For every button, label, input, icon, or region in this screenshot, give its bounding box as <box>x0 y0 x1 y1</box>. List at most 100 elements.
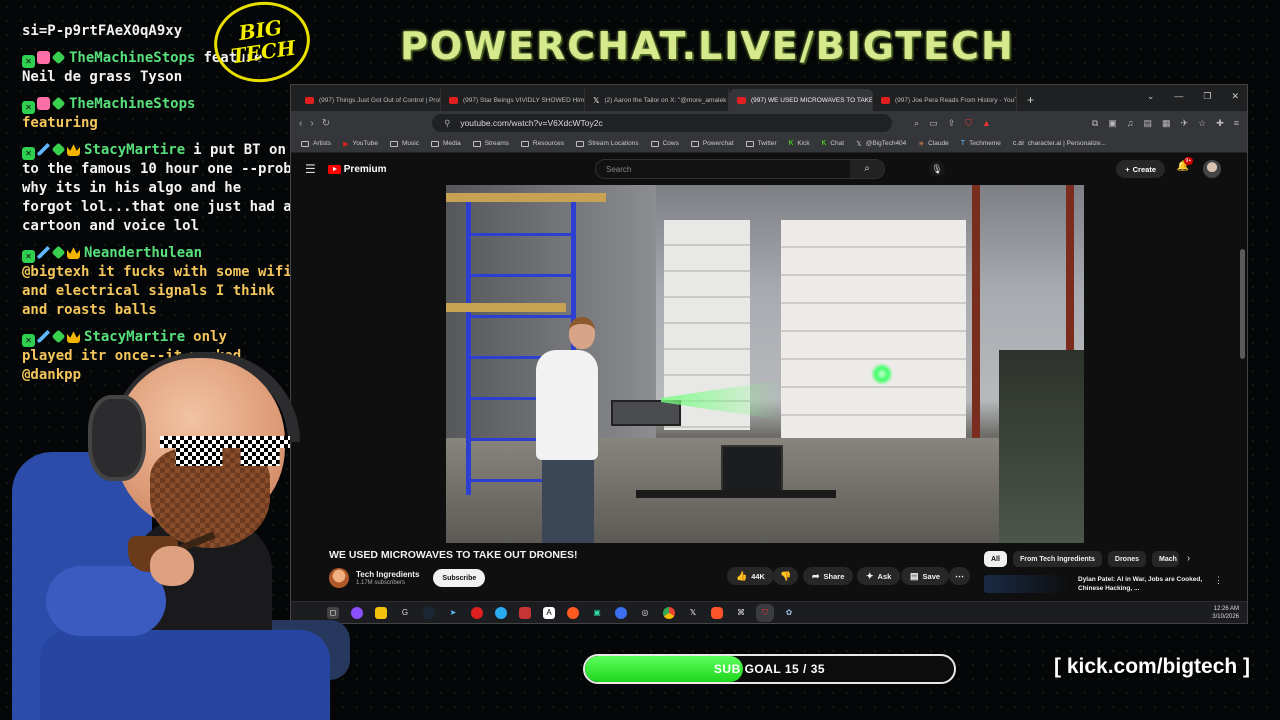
video-player[interactable] <box>446 185 1084 543</box>
bookmark-item[interactable]: T Techmeme <box>961 140 1001 147</box>
notifications-bell-icon[interactable]: 🔔 9+ <box>1177 157 1194 172</box>
restore-button[interactable]: ❐ <box>1203 91 1211 102</box>
share-button[interactable]: ➦ Share <box>803 567 854 585</box>
bookmark-item[interactable]: Music <box>390 140 419 147</box>
channel-avatar[interactable] <box>329 568 349 588</box>
subscribe-button[interactable]: Subscribe <box>433 569 486 587</box>
chevron-down-icon[interactable]: ⌄ <box>1147 91 1155 102</box>
microphone-icon[interactable]: 🎙 <box>929 161 945 177</box>
bookmark-item[interactable]: Resources <box>520 140 564 147</box>
bookmark-item[interactable]: Stream Locations <box>575 140 639 147</box>
bookmark-item[interactable]: Powerchat <box>690 140 734 147</box>
start-icon[interactable]: ◻ <box>327 606 339 619</box>
chevron-right-icon[interactable]: › <box>1187 551 1190 567</box>
browser-tab[interactable]: (997) Star Beings VIVIDLY SHOWED Him 3 F… <box>441 89 585 111</box>
arrow-app-icon[interactable]: ➤ <box>447 607 459 619</box>
menu-icon[interactable]: ≡ <box>1234 118 1239 129</box>
minimize-button[interactable]: — <box>1174 91 1183 102</box>
account-avatar[interactable] <box>1203 160 1221 178</box>
create-button[interactable]: + Create <box>1116 160 1165 178</box>
browser-tab[interactable]: (997) WE USED MICROWAVES TO TAKE✕ <box>729 89 873 111</box>
recommended-thumbnail[interactable] <box>984 575 1072 593</box>
chip-all[interactable]: All <box>984 551 1007 567</box>
brave-shield-icon[interactable]: ⛉ <box>965 118 972 129</box>
chip-drones[interactable]: Drones <box>1107 551 1147 567</box>
bookmark-item[interactable]: K Chat <box>822 140 844 147</box>
x-app-icon[interactable]: 𝕏 <box>687 607 699 619</box>
browser-tab[interactable]: 𝕏 (2) Aaron the Tailor on X: "@more_amale… <box>585 89 729 111</box>
bookmark-item[interactable]: ▶ YouTube <box>343 140 378 148</box>
save-button[interactable]: ▤ Save <box>901 567 950 585</box>
app-icon[interactable] <box>351 606 363 619</box>
bookmark-item[interactable]: Streams <box>472 140 509 147</box>
reload-icon[interactable]: ↻ <box>322 118 330 129</box>
recommended-title[interactable]: Dylan Patel: AI in War, Jobs are Cooked,… <box>1078 575 1208 593</box>
chat-username[interactable]: Neanderthulean <box>84 245 202 261</box>
back-icon[interactable]: ‹ <box>299 118 302 129</box>
bookmark-item[interactable]: ✳ Claude <box>918 140 948 148</box>
chip-from-channel[interactable]: From Tech Ingredients <box>1012 551 1102 567</box>
obs-icon[interactable] <box>471 606 483 619</box>
bookmark-item[interactable]: Media <box>430 140 461 147</box>
channel-name[interactable]: Tech Ingredients <box>356 570 419 579</box>
screenshot-icon[interactable]: ▦ <box>1162 118 1171 129</box>
brave-icon[interactable] <box>711 606 723 619</box>
hamburger-menu-icon[interactable]: ☰ <box>305 162 316 176</box>
url-input[interactable]: ⚲ youtube.com/watch?v=V6XdcWToy2c <box>432 114 893 132</box>
like-button[interactable]: 👍 44K <box>727 567 774 585</box>
taskbar-clock[interactable]: 12:26 AM 3/10/2026 <box>1212 605 1239 621</box>
save-icon: ▤ <box>910 570 919 581</box>
chrome-icon[interactable] <box>663 606 675 619</box>
dislike-button[interactable]: 👎 <box>773 567 799 585</box>
steam-icon[interactable] <box>423 606 435 619</box>
chat-username[interactable]: StacyMartire <box>84 142 185 158</box>
bookmark-star-icon[interactable]: ☆ <box>1198 118 1206 129</box>
globe-icon[interactable] <box>615 606 627 619</box>
bookmark-item[interactable]: Artists <box>301 140 331 147</box>
music-icon[interactable]: ♫ <box>1127 118 1134 129</box>
close-window-button[interactable]: ✕ <box>1231 91 1239 102</box>
recommended-video[interactable]: Dylan Patel: AI in War, Jobs are Cooked,… <box>984 575 1223 593</box>
youtube-search-input[interactable]: Search ⌕ <box>595 159 885 179</box>
chat-username[interactable]: StacyMartire <box>84 329 185 345</box>
a-app-icon[interactable]: A <box>543 606 555 619</box>
reader-icon[interactable]: ▤ <box>1144 118 1153 129</box>
bookmark-item[interactable]: c.ai character.ai | Personalize... <box>1013 140 1106 147</box>
browser-tab[interactable]: (997) Things Just Got Out of Control | P… <box>297 89 441 111</box>
bookmark-item[interactable]: K Kick <box>789 140 810 147</box>
active-browser-icon[interactable]: ⛉ <box>759 606 771 619</box>
forward-icon[interactable]: › <box>310 118 313 129</box>
rec-more-icon[interactable]: ⋮ <box>1214 575 1223 593</box>
bookmark-item[interactable]: 𝕏 @BigTech404 <box>856 140 906 148</box>
folder-icon[interactable] <box>375 606 387 619</box>
youtube-premium-logo[interactable]: Premium <box>327 164 387 175</box>
scrollbar[interactable] <box>1240 249 1245 359</box>
cast-icon[interactable]: ▭ <box>929 118 938 129</box>
terminal-icon[interactable]: ▣ <box>591 607 603 619</box>
share-icon[interactable]: ⇪ <box>948 118 956 129</box>
rocket-icon[interactable]: ✈ <box>1181 118 1189 129</box>
zoom-icon[interactable]: ⌕ <box>914 118 919 129</box>
search-icon[interactable]: ⌕ <box>850 160 884 178</box>
chat-username[interactable]: TheMachineStops <box>69 96 195 112</box>
wallet-icon[interactable]: ▣ <box>1108 118 1117 129</box>
site-info-icon[interactable]: ⚲ <box>444 118 450 129</box>
bookmark-item[interactable]: Cows <box>650 140 679 147</box>
chat-username[interactable]: TheMachineStops <box>69 50 195 66</box>
new-tab-button[interactable]: + <box>1017 93 1044 111</box>
ask-button[interactable]: ✦ Ask <box>857 567 901 585</box>
misc-app-icon[interactable]: ✿ <box>783 607 795 619</box>
g-app-icon[interactable]: G <box>399 607 411 619</box>
browser-tab[interactable]: (997) Joe Pera Reads From History - YouT… <box>873 89 1017 111</box>
clock-app-icon[interactable]: ◎ <box>639 607 651 619</box>
calendar-icon[interactable] <box>519 606 531 619</box>
rewards-icon[interactable]: ▲ <box>982 118 991 129</box>
more-actions-button[interactable]: ⋯ <box>949 567 970 585</box>
extension-icon[interactable]: ⧉ <box>1092 118 1098 129</box>
puzzle-icon[interactable]: ✚ <box>1216 118 1224 129</box>
telegram-icon[interactable] <box>495 606 507 619</box>
firefox-icon[interactable] <box>567 606 579 619</box>
controller-icon[interactable]: ⌘ <box>735 607 747 619</box>
bookmark-item[interactable]: Twitter <box>745 140 777 147</box>
chip-machines[interactable]: Mach <box>1152 551 1179 567</box>
